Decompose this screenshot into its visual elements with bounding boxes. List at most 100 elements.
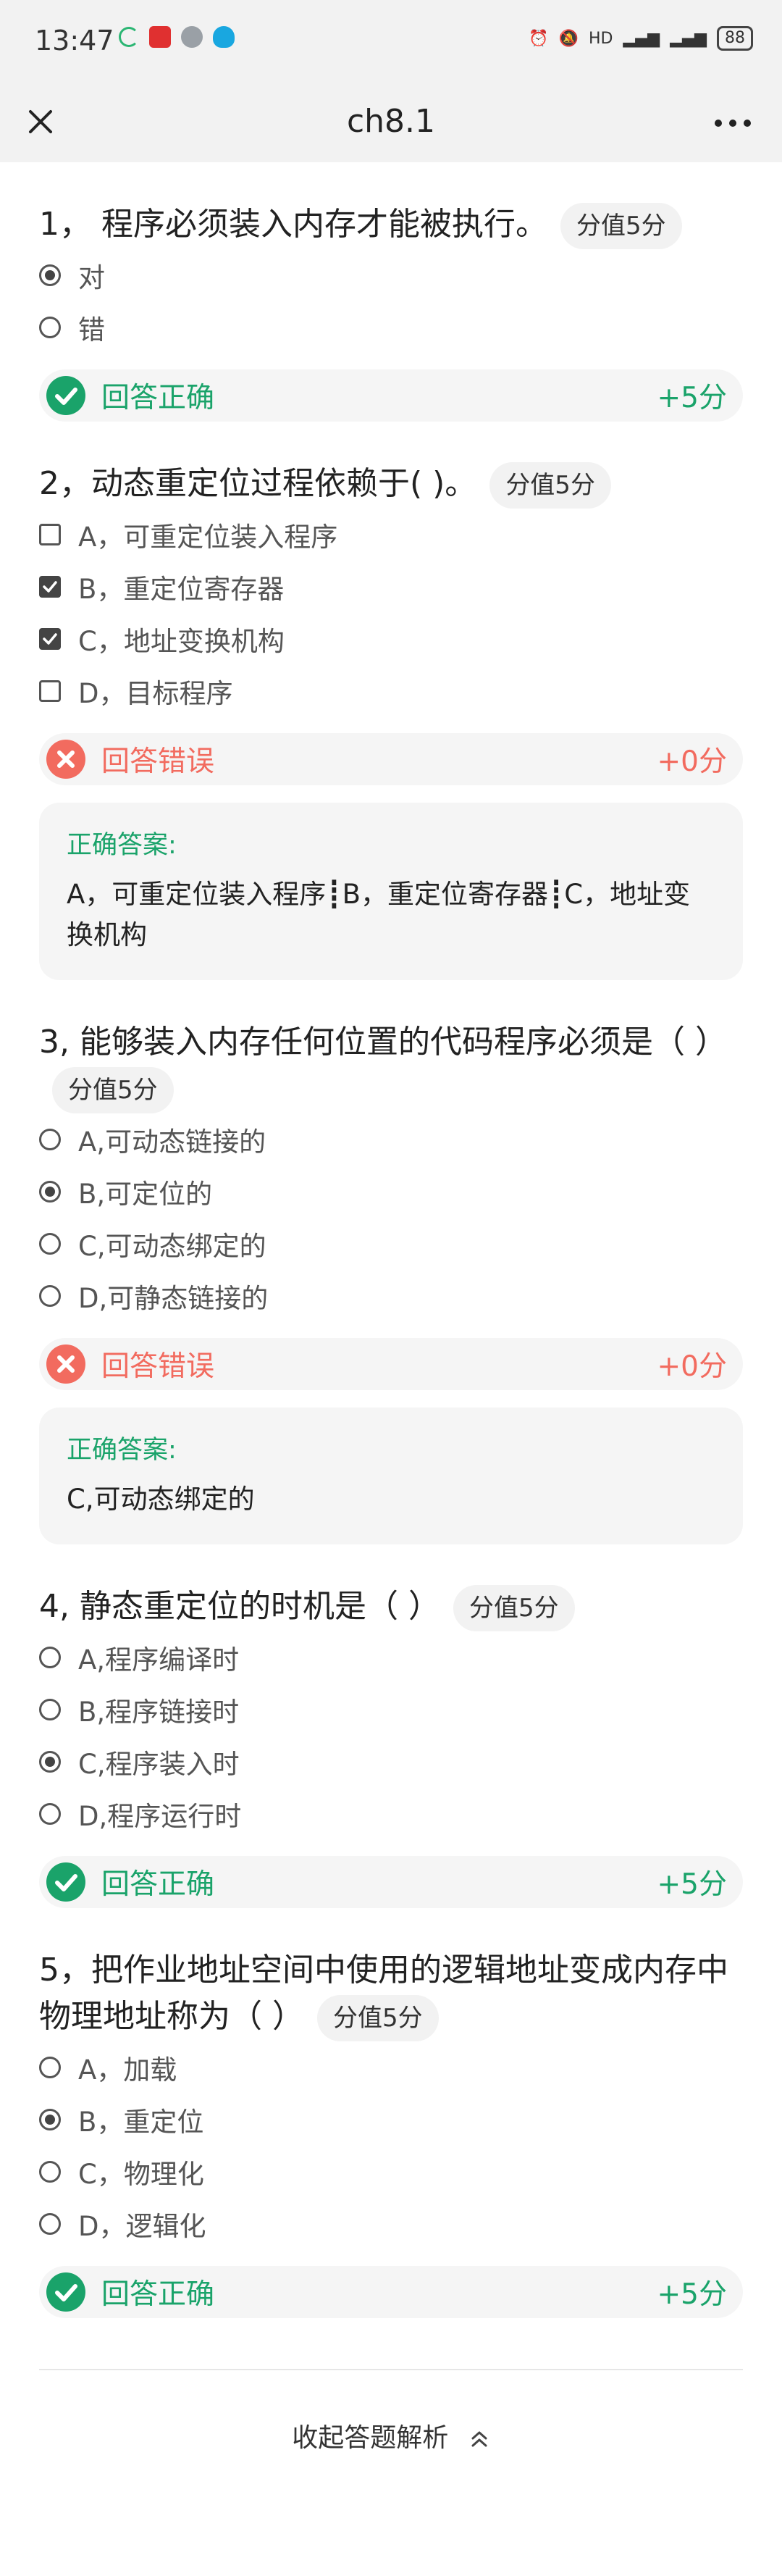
question-4: 4, 静态重定位的时机是（ ） 分值5分 A,程序编译时 B,程序链接时 C,程序… <box>39 1544 743 1908</box>
check-circle-icon <box>46 2272 85 2312</box>
result-text: 回答正确 <box>101 2278 215 2311</box>
option-label: C，地址变换机构 <box>78 626 285 657</box>
question-3: 3, 能够装入内存任何位置的代码程序必须是（ ） 分值5分 A,可动态链接的 B,… <box>39 980 743 1544</box>
qq-icon <box>213 26 235 48</box>
option-label: C，物理化 <box>78 2159 204 2190</box>
radio-icon <box>39 1699 61 1720</box>
option[interactable]: D,可静态链接的 <box>39 1270 743 1322</box>
checkbox-checked-icon <box>39 576 61 598</box>
option[interactable]: C,可动态绑定的 <box>39 1218 743 1270</box>
option-label: B,可定位的 <box>78 1179 213 1210</box>
radio-icon <box>39 2057 61 2078</box>
cross-circle-icon <box>46 1345 85 1384</box>
result-text: 回答正确 <box>101 382 215 414</box>
result-correct: 回答正确 +5分 <box>39 1856 743 1908</box>
status-left-icons <box>119 26 235 48</box>
radio-checked-icon <box>39 1751 61 1773</box>
radio-icon <box>39 317 61 338</box>
option-label: A，加载 <box>78 2054 177 2086</box>
radio-checked-icon <box>39 1181 61 1203</box>
option[interactable]: C，物理化 <box>39 2146 743 2198</box>
correct-answer-box: 正确答案: A，可重定位装入程序┋B，重定位寄存器┋C，地址变换机构 <box>39 803 743 980</box>
radio-checked-icon <box>39 2109 61 2130</box>
option-label: B，重定位 <box>78 2107 204 2138</box>
question-title: 5，把作业地址空间中使用的逻辑地址变成内存中物理地址称为（ ）分值5分 <box>39 1947 743 2041</box>
result-points: +0分 <box>657 1350 728 1383</box>
battery-icon: 88 <box>717 26 753 51</box>
option[interactable]: D,程序运行时 <box>39 1788 743 1840</box>
status-right-icons: ⏰ 🔕 HD ▂▄▆ ▂▄▆ 88 <box>529 26 753 51</box>
option[interactable]: D，目标程序 <box>39 665 743 717</box>
option[interactable]: A,程序编译时 <box>39 1631 743 1684</box>
more-icon[interactable] <box>710 103 756 143</box>
option[interactable]: B，重定位 <box>39 2094 743 2146</box>
question-5: 5，把作业地址空间中使用的逻辑地址变成内存中物理地址称为（ ）分值5分 A，加载… <box>39 1908 743 2318</box>
score-badge: 分值5分 <box>317 1995 439 2041</box>
option-label: B,程序链接时 <box>78 1697 240 1728</box>
option[interactable]: B,程序链接时 <box>39 1684 743 1736</box>
app-red-icon <box>149 26 171 48</box>
checkbox-icon <box>39 680 61 702</box>
option[interactable]: C，地址变换机构 <box>39 613 743 665</box>
option-label: 对 <box>78 262 105 293</box>
radio-checked-icon <box>39 264 61 286</box>
checkbox-icon <box>39 524 61 545</box>
result-points: +0分 <box>657 745 728 778</box>
option[interactable]: 对 <box>39 249 743 301</box>
option[interactable]: 错 <box>39 301 743 354</box>
result-points: +5分 <box>657 1868 728 1901</box>
result-points: +5分 <box>657 382 728 414</box>
alarm-icon: ⏰ <box>529 29 549 48</box>
correct-answer-label: 正确答案: <box>67 1436 177 1465</box>
correct-answer-text: A，可重定位装入程序┋B，重定位寄存器┋C，地址变换机构 <box>67 879 691 950</box>
result-wrong: 回答错误 +0分 <box>39 733 743 785</box>
status-bar: 13:47 ⏰ 🔕 HD ▂▄▆ ▂▄▆ 88 <box>0 0 782 81</box>
radio-icon <box>39 1129 61 1150</box>
collapse-label: 收起答题解析 <box>292 2423 449 2453</box>
wechat-icon <box>181 26 203 48</box>
option[interactable]: A，可重定位装入程序 <box>39 509 743 561</box>
score-badge: 分值5分 <box>52 1067 174 1113</box>
question-title: 4, 静态重定位的时机是（ ） 分值5分 <box>39 1584 743 1631</box>
option-label: C,可动态绑定的 <box>78 1231 266 1262</box>
radio-icon <box>39 2161 61 2183</box>
question-title: 1， 程序必须装入内存才能被执行。 分值5分 <box>39 201 743 249</box>
quiz-content: 1， 程序必须装入内存才能被执行。 分值5分 对 错 回答正确 +5分 2，动态重… <box>0 162 782 2454</box>
page-title: ch8.1 <box>346 103 436 140</box>
question-text: 2，动态重定位过程依赖于( )。 <box>39 465 477 502</box>
nav-bar: ch8.1 <box>0 81 782 162</box>
radio-icon <box>39 1803 61 1825</box>
question-2: 2，动态重定位过程依赖于( )。 分值5分 A，可重定位装入程序 B，重定位寄存器… <box>39 422 743 980</box>
radio-icon <box>39 1647 61 1668</box>
result-correct: 回答正确 +5分 <box>39 369 743 422</box>
option-label: A,程序编译时 <box>78 1644 240 1676</box>
option-label: A,可动态链接的 <box>78 1126 266 1158</box>
result-wrong: 回答错误 +0分 <box>39 1338 743 1390</box>
option[interactable]: C,程序装入时 <box>39 1736 743 1788</box>
option[interactable]: D，逻辑化 <box>39 2198 743 2250</box>
collapse-analysis-button[interactable]: 收起答题解析 <box>39 2417 743 2454</box>
divider <box>39 2369 743 2370</box>
cross-circle-icon <box>46 740 85 779</box>
signal-icon-2: ▂▄▆ <box>670 29 707 48</box>
question-title: 3, 能够装入内存任何位置的代码程序必须是（ ） 分值5分 <box>39 1019 743 1113</box>
score-badge: 分值5分 <box>453 1585 575 1631</box>
result-text: 回答错误 <box>101 745 215 778</box>
correct-answer-box: 正确答案: C,可动态绑定的 <box>39 1408 743 1544</box>
question-text: 4, 静态重定位的时机是（ ） <box>39 1588 440 1625</box>
option-label: D,可静态链接的 <box>78 1283 269 1314</box>
option[interactable]: A,可动态链接的 <box>39 1113 743 1166</box>
option[interactable]: B，重定位寄存器 <box>39 561 743 613</box>
score-badge: 分值5分 <box>489 462 611 509</box>
option-label: D,程序运行时 <box>78 1801 242 1832</box>
option[interactable]: A，加载 <box>39 2041 743 2094</box>
question-text: 1， 程序必须装入内存才能被执行。 <box>39 206 547 243</box>
question-text: 3, 能够装入内存任何位置的代码程序必须是（ ） <box>39 1024 727 1061</box>
option-label: 错 <box>78 314 105 346</box>
radio-icon <box>39 1233 61 1255</box>
hd-icon: HD <box>588 29 613 48</box>
option[interactable]: B,可定位的 <box>39 1166 743 1218</box>
signal-icon-1: ▂▄▆ <box>623 29 660 48</box>
option-label: B，重定位寄存器 <box>78 574 285 605</box>
radio-icon <box>39 2213 61 2235</box>
